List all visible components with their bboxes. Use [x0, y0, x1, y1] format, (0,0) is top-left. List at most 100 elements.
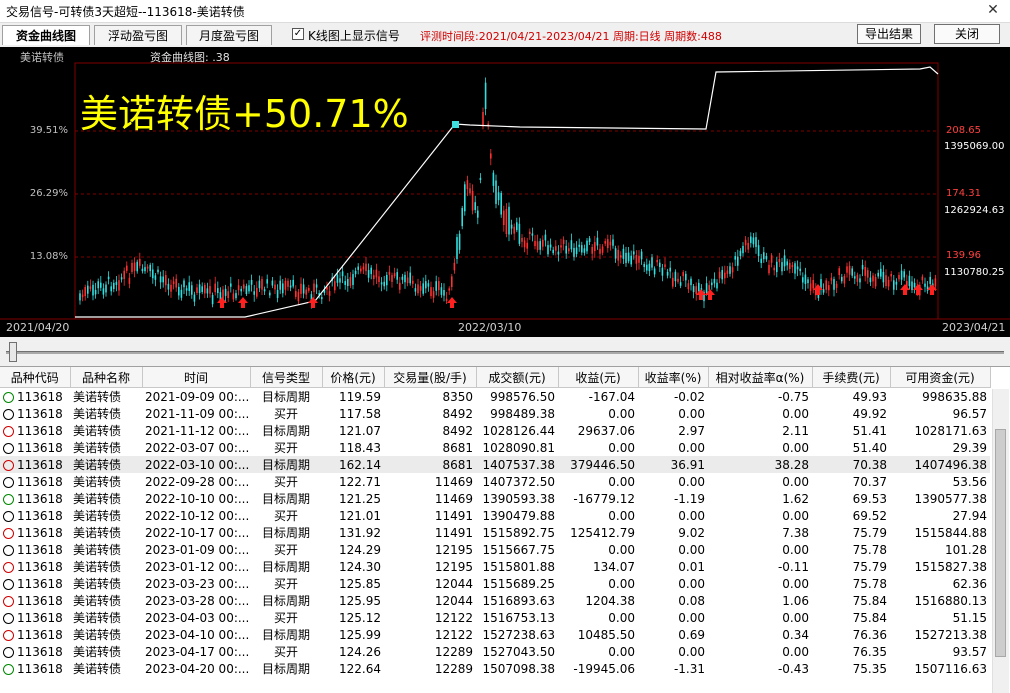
- column-header[interactable]: 信号类型: [250, 367, 323, 388]
- table-row[interactable]: 113618 美诺转债 2023-04-20 00:... 目标周期 122.64 122…: [0, 660, 990, 677]
- cell-cash: 53.56: [952, 474, 987, 489]
- candle-body: [458, 233, 461, 250]
- candle-body: [479, 177, 482, 181]
- table-row[interactable]: 113618 美诺转债 2021-09-09 00:... 目标周期 119.59 835…: [0, 388, 990, 406]
- candle-body: [731, 267, 734, 273]
- cell-alpha: 7.38: [782, 525, 809, 540]
- table-row[interactable]: 113618 美诺转债 2023-01-12 00:... 目标周期 124.30 121…: [0, 558, 990, 575]
- column-header[interactable]: 品种代码: [0, 367, 71, 388]
- candle-body: [724, 272, 726, 279]
- candle-body: [672, 277, 674, 287]
- left-axis-label: 26.29%: [29, 188, 68, 199]
- table-row[interactable]: 113618 美诺转债 2023-04-10 00:... 目标周期 125.99 121…: [0, 626, 990, 643]
- cell-rate: 0.01: [678, 559, 705, 574]
- candle-body: [500, 192, 502, 215]
- candle-body: [778, 259, 781, 263]
- candle-body: [666, 271, 669, 276]
- table-row[interactable]: 113618 美诺转债 2022-10-17 00:... 目标周期 131.92 114…: [0, 524, 990, 541]
- cell-volume: 12289: [434, 661, 473, 676]
- cell-alpha: 0.00: [782, 644, 809, 659]
- table-row[interactable]: 113618 美诺转债 2023-03-23 00:... 买开 125.85 12044…: [0, 575, 990, 592]
- result-face-icon: [3, 408, 14, 420]
- cell-time: 2021-09-09 00:...: [145, 389, 250, 404]
- table-row[interactable]: 113618 美诺转债 2023-04-17 00:... 买开 124.26 12289…: [0, 643, 990, 660]
- candle-body: [789, 262, 791, 269]
- column-header[interactable]: 价格(元): [322, 367, 385, 388]
- cell-profit: 1204.38: [585, 593, 635, 608]
- tab-monthly-pnl[interactable]: 月度盈亏图: [186, 25, 272, 45]
- cell-time: 2022-09-28 00:...: [145, 474, 250, 489]
- cell-name: 美诺转债: [73, 441, 122, 455]
- candle-body: [698, 282, 700, 292]
- candle-body: [614, 248, 617, 259]
- table-row[interactable]: 113618 美诺转债 2022-03-07 00:... 买开 118.43 8681 1…: [0, 439, 990, 456]
- cell-type: 目标周期: [261, 662, 310, 676]
- cell-amount: 1515667.75: [482, 542, 555, 557]
- candle-body: [328, 291, 331, 296]
- slider-track[interactable]: [6, 351, 1004, 354]
- table-row[interactable]: 113618 美诺转债 2021-11-09 00:... 买开 117.58 8492 9…: [0, 405, 990, 422]
- table-row[interactable]: 113618 美诺转债 2022-10-10 00:... 目标周期 121.25 114…: [0, 490, 990, 507]
- scrollbar-thumb[interactable]: [995, 429, 1006, 657]
- cell-type: 目标周期: [261, 628, 310, 642]
- candle-body: [521, 237, 523, 242]
- candle-body: [583, 248, 586, 253]
- table-row[interactable]: 113618 美诺转债 2021-11-12 00:... 目标周期 121.07 849…: [0, 422, 990, 439]
- table-row[interactable]: 113618 美诺转债 2023-03-28 00:... 目标周期 125.95 120…: [0, 592, 990, 609]
- candle-body: [510, 224, 513, 229]
- candle-body: [895, 281, 898, 285]
- candle-body: [107, 276, 110, 280]
- table-vertical-scrollbar[interactable]: [992, 389, 1009, 693]
- candle-body: [854, 276, 856, 279]
- candle-body: [243, 284, 245, 289]
- candle-body: [388, 271, 391, 275]
- column-header[interactable]: 收益(元): [558, 367, 639, 388]
- window-close-icon[interactable]: ✕: [984, 1, 1002, 19]
- candle-body: [183, 280, 185, 288]
- cell-time: 2023-04-17 00:...: [145, 644, 250, 659]
- candle-body: [786, 261, 788, 266]
- candle-body: [206, 288, 209, 294]
- cell-price: 125.12: [339, 610, 381, 625]
- candle-body: [352, 274, 354, 285]
- tab-equity-curve[interactable]: 资金曲线图: [2, 25, 90, 45]
- column-header[interactable]: 相对收益率α(%): [708, 367, 813, 388]
- candle-body: [349, 277, 352, 286]
- column-header[interactable]: 可用资金(元): [890, 367, 991, 388]
- table-row[interactable]: 113618 美诺转债 2022-09-28 00:... 买开 122.71 11469…: [0, 473, 990, 490]
- column-header[interactable]: 交易量(股/手): [384, 367, 477, 388]
- close-button[interactable]: 关闭: [934, 24, 1000, 44]
- table-row[interactable]: 113618 美诺转债 2022-10-12 00:... 买开 121.01 11491…: [0, 507, 990, 524]
- candle-body: [581, 245, 583, 253]
- tab-floating-pnl[interactable]: 浮动盈亏图: [94, 25, 182, 45]
- column-header[interactable]: 品种名称: [70, 367, 143, 388]
- cell-amount: 1390593.38: [482, 491, 555, 506]
- cell-code-text: 113618: [17, 559, 63, 574]
- column-header[interactable]: 时间: [142, 367, 251, 388]
- candle-body: [282, 283, 284, 294]
- candle-body: [809, 283, 812, 291]
- export-button[interactable]: 导出结果: [857, 24, 921, 44]
- show-signals-checkbox[interactable]: ✓: [292, 28, 304, 40]
- candle-body: [812, 280, 814, 289]
- column-header[interactable]: 手续费(元): [812, 367, 891, 388]
- candle-body: [422, 283, 424, 294]
- candle-body: [768, 264, 770, 274]
- column-header[interactable]: 成交额(元): [476, 367, 559, 388]
- candle-body: [752, 237, 755, 245]
- cell-rate: -1.31: [673, 661, 705, 676]
- candle-body: [419, 286, 422, 291]
- cell-volume: 8681: [384, 456, 476, 473]
- candle-body: [302, 284, 305, 294]
- table-row[interactable]: 113618 美诺转债 2022-03-10 00:... 目标周期 162.14 868…: [0, 456, 990, 473]
- cell-fee: 49.93: [852, 389, 887, 404]
- candle-body: [591, 246, 593, 254]
- candle-body: [326, 287, 328, 290]
- slider-thumb[interactable]: [9, 342, 17, 362]
- cell-name: 美诺转债: [70, 456, 142, 473]
- column-header[interactable]: 收益率(%): [638, 367, 709, 388]
- cell-profit: 379446.50: [558, 456, 638, 473]
- table-row[interactable]: 113618 美诺转债 2023-04-03 00:... 买开 125.12 12122…: [0, 609, 990, 626]
- table-row[interactable]: 113618 美诺转债 2023-01-09 00:... 买开 124.29 12195…: [0, 541, 990, 558]
- equity-chart[interactable]: 美诺转债 资金曲线图: .38 美诺转债+50.71% 39.51% 26.29…: [0, 47, 1010, 337]
